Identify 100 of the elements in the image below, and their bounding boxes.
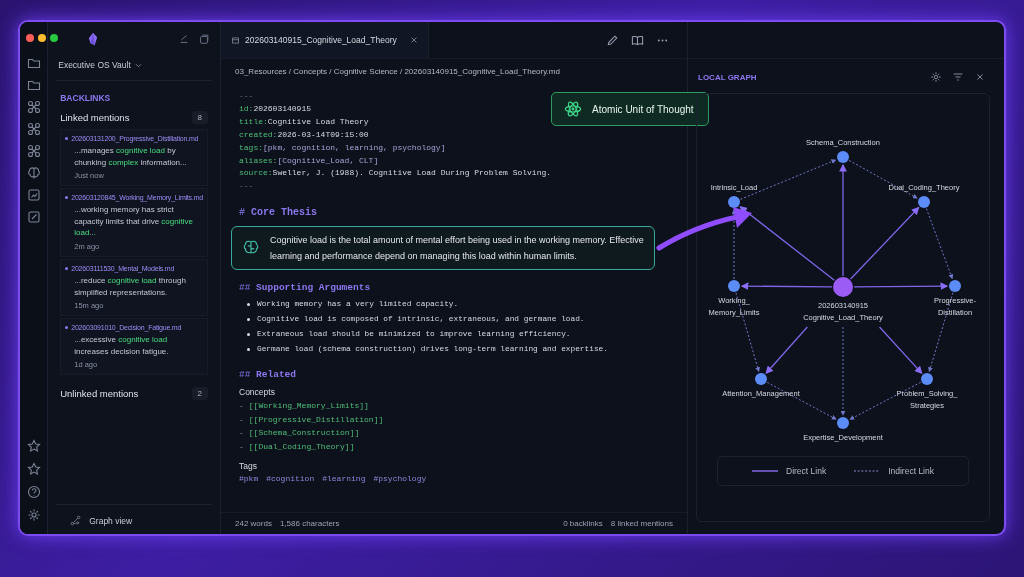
tag-link[interactable]: #learning <box>322 473 366 483</box>
close-icon[interactable] <box>974 71 986 83</box>
nodes-icon[interactable] <box>26 100 41 114</box>
brain-icon[interactable] <box>26 166 41 180</box>
close-dot-icon[interactable] <box>26 34 34 42</box>
graph-node[interactable] <box>949 280 961 292</box>
heading: ## Related <box>239 369 297 381</box>
bullet-icon <box>65 326 69 330</box>
graph-node[interactable] <box>728 196 740 208</box>
help-icon[interactable] <box>26 485 41 499</box>
settings-icon[interactable] <box>930 71 942 83</box>
section-label: Tags <box>239 460 258 471</box>
vault-switcher[interactable]: Executive OS Vault <box>48 56 152 74</box>
backlink-excerpt: ...reduce cognitive load through simplified representations. <box>74 274 187 299</box>
solid-line-icon <box>752 469 778 473</box>
section-label: Concepts <box>239 387 276 398</box>
heading: # Core Thesis <box>239 207 319 219</box>
wiki-link[interactable]: [[Working_Memory_Limits]] <box>248 401 369 411</box>
breadcrumb: 03_Resources / Concepts / Cognitive Science / 202603140915_Cognitive_Load_Theory.md <box>234 66 561 76</box>
wiki-link[interactable]: [[Schema_Construction]] <box>248 428 360 438</box>
property-key: aliases: <box>239 155 278 165</box>
legend-label: Direct Link <box>786 466 827 476</box>
bullet-icon <box>65 196 69 200</box>
tag-link[interactable]: #psychology <box>373 473 427 483</box>
property-value: [pkm, cognition, learning, psychology] <box>263 142 446 152</box>
backlink-excerpt: ...working memory has strict capacity limits that drive cognitive load... <box>74 204 194 239</box>
panel-title: BACKLINKS <box>60 93 112 103</box>
close-icon[interactable] <box>409 36 418 44</box>
graph-view-button[interactable]: Graph view <box>56 504 212 534</box>
maximize-dot-icon[interactable] <box>50 34 58 42</box>
folder-icon[interactable] <box>26 56 41 70</box>
edit-icon[interactable] <box>26 210 41 224</box>
atom-icon <box>564 100 583 118</box>
graph-node[interactable] <box>833 277 853 297</box>
star-icon[interactable] <box>26 439 41 453</box>
property-value: Cognitive Load Theory <box>267 116 369 126</box>
wiki-link[interactable]: [[Dual_Coding_Theory]] <box>248 442 355 452</box>
indirect-link-arrow <box>731 209 737 280</box>
graph-node[interactable] <box>921 373 933 385</box>
list-dash: - <box>239 442 244 452</box>
indirect-link-arrow <box>925 208 954 280</box>
mention-count: 8 linked mentions <box>610 519 673 528</box>
frontmatter-fence: --- <box>239 90 255 102</box>
property-value: 2026-03-14T09:15:00 <box>277 129 369 139</box>
sort-icon[interactable] <box>178 33 190 45</box>
tag-link[interactable]: #pkm <box>239 473 259 483</box>
bullet-icon <box>247 318 250 322</box>
legend-label: Indirect Link <box>888 466 934 476</box>
count-pill: 8 <box>191 111 208 124</box>
chevron-icon <box>134 62 142 68</box>
property-key: source: <box>239 168 273 178</box>
heading: ## Supporting Arguments <box>239 282 372 294</box>
pencil-icon[interactable] <box>606 33 619 47</box>
bullet-icon <box>65 266 69 270</box>
property-key: title: <box>239 116 268 126</box>
new-note-icon[interactable] <box>198 33 210 45</box>
word-count: 242 words <box>235 519 272 528</box>
graph-node[interactable] <box>728 280 740 292</box>
section-label: Linked mentions <box>60 112 130 123</box>
wiki-link[interactable]: [[Progressive_Distillation]] <box>248 414 384 424</box>
list-dash: - <box>239 401 244 411</box>
graph-node[interactable] <box>837 417 849 429</box>
dotted-line-icon <box>854 469 881 473</box>
backlink-excerpt: ...manages cognitive load by chunking complex information... <box>74 145 188 169</box>
graph-node[interactable] <box>918 196 930 208</box>
direct-link-arrow <box>765 326 808 374</box>
list-dash: - <box>239 414 244 424</box>
settings-icon[interactable] <box>26 508 41 522</box>
crystal-logo-icon <box>88 32 99 46</box>
folder-icon[interactable] <box>26 78 41 92</box>
note-tab[interactable]: 202603140915_Cognitive_Load_Theory <box>221 22 429 58</box>
bullet-icon <box>65 137 69 140</box>
tag-link[interactable]: #cognition <box>266 473 315 483</box>
frontmatter-fence: --- <box>239 180 255 193</box>
section-label: Unlinked mentions <box>60 388 139 400</box>
file-icon <box>231 35 240 45</box>
property-value: [Cognitive_Load, CLT] <box>277 155 379 165</box>
property-key: id: <box>239 103 254 113</box>
chart-icon[interactable] <box>26 188 41 202</box>
nodes-icon[interactable] <box>26 144 41 158</box>
property-value: 202603140915 <box>253 103 311 113</box>
backlink-excerpt: ...excessive cognitive load increases decision fatigue. <box>74 334 170 358</box>
minimize-dot-icon[interactable] <box>38 34 46 42</box>
nodes-icon[interactable] <box>26 122 41 136</box>
graph-node[interactable] <box>837 151 849 163</box>
panel-title: LOCAL GRAPH <box>698 72 757 82</box>
bullet-icon <box>247 348 250 352</box>
property-key: created: <box>239 129 278 139</box>
callout-text: Cognitive load is the total amount of mental effort being used in the working memory. Effective learning and performance depend on managing this load within human limits. <box>270 234 644 264</box>
graph-icon <box>70 515 82 526</box>
list-dash: - <box>239 428 244 438</box>
badge-label: Atomic Unit of Thought <box>592 103 694 115</box>
star-icon[interactable] <box>26 462 41 476</box>
property-key: tags: <box>239 142 263 152</box>
bullet-icon <box>247 333 250 337</box>
character-count: 1,586 characters <box>279 519 340 528</box>
direct-link-arrow <box>878 326 923 375</box>
graph-node[interactable] <box>755 373 767 385</box>
backlink-count: 0 backlinks <box>563 519 603 528</box>
book-icon[interactable] <box>631 33 644 47</box>
